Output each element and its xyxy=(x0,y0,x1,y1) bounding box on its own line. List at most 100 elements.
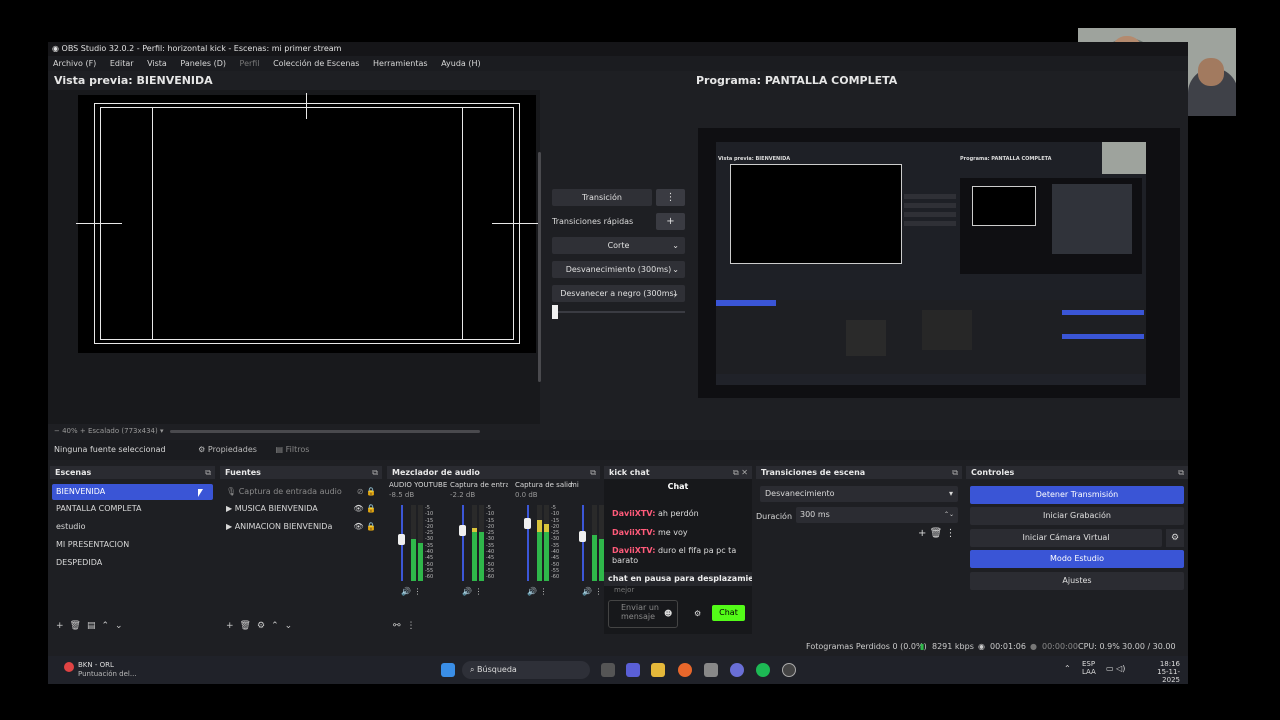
studio-mode-button[interactable]: Modo Estudio xyxy=(970,550,1184,568)
zoom-in-icon[interactable]: + xyxy=(80,427,88,435)
trash-icon[interactable]: 🗑 xyxy=(240,621,251,631)
start-virtual-camera-button[interactable]: Iniciar Cámara Virtual xyxy=(970,529,1162,547)
eye-slash-icon: ⊘ 🔒 xyxy=(356,487,376,496)
chevron-up-icon[interactable]: ⌃ xyxy=(1064,664,1071,673)
popout-icon: ⧉ xyxy=(1178,468,1184,477)
menu-archivo[interactable]: Archivo (F) xyxy=(53,59,96,68)
preview-scrollbar-v[interactable] xyxy=(538,152,541,382)
arrow-up-icon[interactable]: ⌃ xyxy=(271,621,279,631)
gear-icon[interactable]: ⚙ xyxy=(257,621,265,631)
clock[interactable]: 18:16 15-11-2025 xyxy=(1140,660,1180,684)
volume-fader-knob[interactable] xyxy=(459,524,466,536)
quick-transition-fade-black[interactable]: Desvanecer a negro (300ms) ⌄ xyxy=(552,285,685,302)
menu-perfil[interactable]: Perfil xyxy=(240,59,260,68)
app-icon[interactable] xyxy=(64,662,74,672)
source-item-captura-audio[interactable]: 🎙 Captura de entrada audio ⊘ 🔒 xyxy=(222,484,380,500)
speaker-icon[interactable]: 🔊 xyxy=(582,587,592,596)
duration-input[interactable]: 300 ms ⌃⌄ xyxy=(796,507,958,523)
properties-button[interactable]: ⚙ Propiedades xyxy=(198,445,257,454)
emoji-icon[interactable]: ☻ xyxy=(664,609,672,618)
app-icon[interactable] xyxy=(704,663,718,677)
chat-send-button[interactable]: Chat xyxy=(712,605,745,621)
preview-area[interactable] xyxy=(48,90,541,424)
preview-canvas[interactable] xyxy=(76,93,538,353)
more-icon[interactable]: ⋮ xyxy=(472,587,483,596)
add-icon[interactable]: + xyxy=(56,621,64,631)
add-icon[interactable]: + xyxy=(918,528,926,539)
meter-scale-tick: -30 xyxy=(425,536,434,543)
settings-button[interactable]: Ajustes xyxy=(970,572,1184,590)
add-quick-transition-button[interactable]: + xyxy=(656,213,685,230)
more-icon[interactable]: ⋮ xyxy=(411,587,422,596)
menu-editar[interactable]: Editar xyxy=(110,59,134,68)
teams-icon[interactable] xyxy=(626,663,640,677)
firefox-icon[interactable] xyxy=(678,663,692,677)
preview-scrollbar-h[interactable] xyxy=(170,430,480,433)
link-icon[interactable]: ⚯ xyxy=(393,621,401,631)
volume-fader-track[interactable] xyxy=(462,505,464,581)
source-item-animacion[interactable]: ▶ ANIMACION BIENVENIDa 👁 🔒 xyxy=(222,519,380,535)
add-icon[interactable]: + xyxy=(226,621,234,631)
scene-item-mi-presentacion[interactable]: MI PRESENTACION xyxy=(52,537,129,553)
speaker-icon[interactable]: 🔊 xyxy=(462,587,472,596)
speaker-icon[interactable]: 🔊 xyxy=(401,587,411,596)
chat-paused-banner[interactable]: chat en pausa para desplazamiento xyxy=(604,572,752,586)
more-icon[interactable]: ⋮ xyxy=(407,621,416,631)
chevron-down-icon[interactable]: ▾ xyxy=(160,427,164,435)
gear-icon[interactable]: ⚙ xyxy=(694,609,701,618)
speaker-icon[interactable]: 🔊 xyxy=(527,587,537,596)
obs-taskbar-icon[interactable] xyxy=(782,663,796,677)
volume-fader-knob[interactable] xyxy=(398,534,405,546)
gear-icon[interactable]: ⚙ xyxy=(1166,529,1184,547)
scenes-dock: Escenas ⧉ BIENVENIDA PANTALLA COMPLETA es… xyxy=(50,466,215,634)
menu-herramientas[interactable]: Herramientas xyxy=(373,59,428,68)
volume-fader-knob[interactable] xyxy=(524,518,531,529)
menu-ayuda[interactable]: Ayuda (H) xyxy=(441,59,481,68)
mini-taskbar xyxy=(716,374,1146,385)
file-explorer-icon[interactable] xyxy=(651,663,665,677)
meter-scale-tick: -60 xyxy=(551,574,560,581)
transition-menu-icon[interactable]: ⋮ xyxy=(656,189,685,206)
chat-message: DaviiXTV: duro el fifa pa pc ta barato xyxy=(612,546,737,565)
filter-icon[interactable]: ▤ xyxy=(87,621,96,631)
arrow-up-icon[interactable]: ⌃ xyxy=(102,621,110,631)
network-icon[interactable]: ▭ ◁) xyxy=(1106,664,1125,673)
transition-slider-handle[interactable] xyxy=(552,305,558,319)
start-recording-button[interactable]: Iniciar Grabación xyxy=(970,507,1184,525)
arrow-down-icon[interactable]: ⌄ xyxy=(115,621,123,631)
menu-paneles[interactable]: Paneles (D) xyxy=(180,59,226,68)
trash-icon[interactable]: 🗑 xyxy=(930,528,943,539)
transition-select[interactable]: Desvanecimiento ▾ xyxy=(760,486,958,502)
more-icon[interactable]: ⋮ xyxy=(537,587,548,596)
menu-vista[interactable]: Vista xyxy=(147,59,167,68)
volume-fader-track[interactable] xyxy=(527,505,529,581)
trash-icon[interactable]: 🗑 xyxy=(70,621,81,631)
spotify-icon[interactable] xyxy=(756,663,770,677)
menu-coleccion[interactable]: Colección de Escenas xyxy=(273,59,359,68)
scene-item-despedida[interactable]: DESPEDIDA xyxy=(52,555,102,571)
scene-item-pantalla-completa[interactable]: PANTALLA COMPLETA xyxy=(52,501,141,517)
scene-item-estudio[interactable]: estudio xyxy=(52,519,86,535)
arrow-down-icon[interactable]: ⌄ xyxy=(285,621,293,631)
source-item-musica[interactable]: ▶ MUSICA BIENVENIDA 👁 🔒 xyxy=(222,501,380,517)
stop-streaming-button[interactable]: Detener Transmisión xyxy=(970,486,1184,504)
volume-fader-track[interactable] xyxy=(582,505,584,581)
close-icon[interactable]: ⧉ ✕ xyxy=(733,466,748,479)
status-bar: Fotogramas Perdidos 0 (0.0%) ▮ 8291 kbps… xyxy=(48,638,1188,669)
windows-start-icon[interactable] xyxy=(441,663,455,677)
quick-transition-cut[interactable]: Corte ⌄ xyxy=(552,237,685,254)
transition-slider-track[interactable] xyxy=(552,311,685,313)
task-view-icon[interactable] xyxy=(601,663,615,677)
filters-button[interactable]: ▤ Filtros xyxy=(276,445,310,454)
volume-fader-knob[interactable] xyxy=(579,531,586,542)
more-icon[interactable]: ⋮ xyxy=(592,587,603,596)
discord-icon[interactable] xyxy=(730,663,744,677)
quick-transition-fade[interactable]: Desvanecimiento (300ms) ⌄ xyxy=(552,261,685,278)
transition-button[interactable]: Transición xyxy=(552,189,652,206)
language-indicator[interactable]: ESP LAA xyxy=(1082,660,1096,676)
taskbar-search[interactable]: ⌕ Búsqueda xyxy=(462,661,590,679)
scene-item-bienvenida[interactable]: BIENVENIDA xyxy=(52,484,213,500)
more-icon[interactable]: ⋮ xyxy=(945,528,955,539)
zoom-out-icon[interactable]: − xyxy=(54,427,62,435)
taskbar-app-name[interactable]: BKN - ORL xyxy=(78,661,114,669)
